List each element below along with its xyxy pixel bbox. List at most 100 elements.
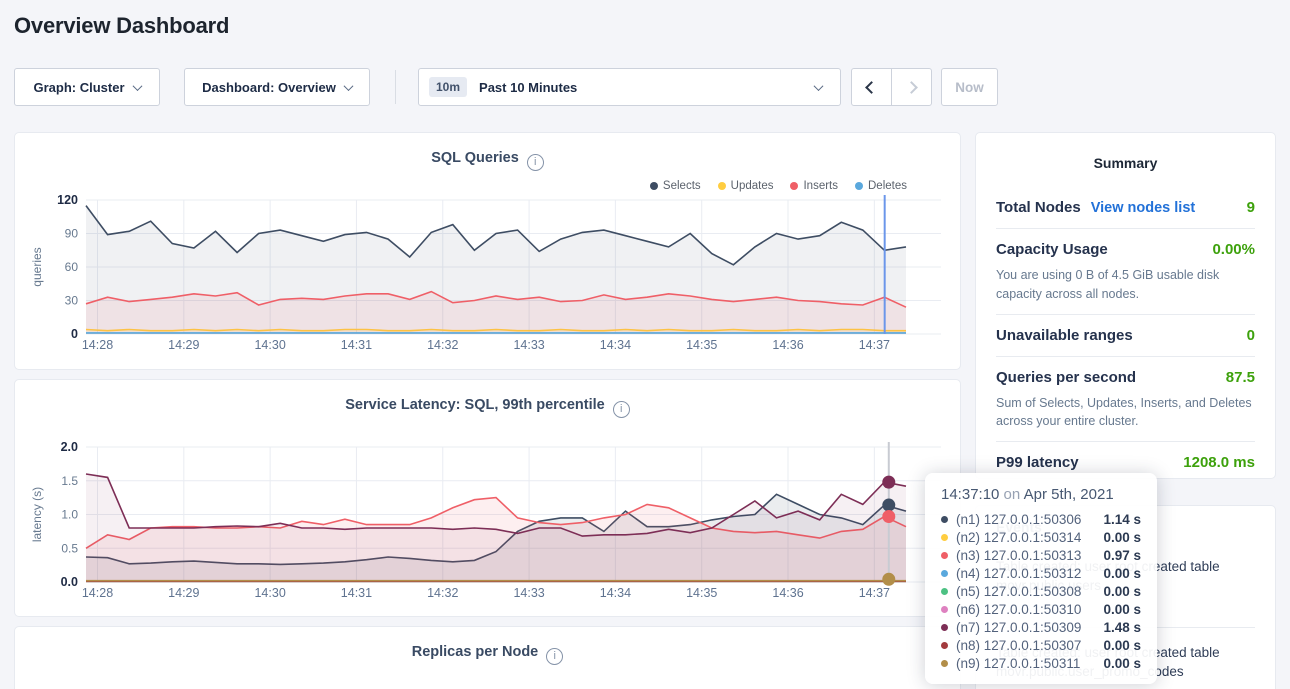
- replicas-title: Replicas per Nodei: [15, 644, 960, 665]
- node-address: (n9) 127.0.0.1:50311: [956, 656, 1103, 671]
- now-button[interactable]: Now: [941, 68, 998, 106]
- chevron-down-icon: [343, 81, 353, 91]
- graph-dropdown[interactable]: Graph: Cluster: [14, 68, 160, 106]
- hover-dot: [882, 476, 895, 489]
- y-tick-label: 60: [65, 260, 79, 274]
- legend-label: Selects: [663, 180, 701, 192]
- node-latency-value: 0.00 s: [1103, 566, 1141, 581]
- replicas-panel: Replicas per Nodei: [14, 626, 961, 689]
- chevron-left-icon: [865, 81, 878, 94]
- capacity-usage-value: 0.00%: [1212, 241, 1255, 258]
- y-tick-label: 0.5: [61, 541, 78, 555]
- node-color-dot: [941, 570, 948, 577]
- hover-dot: [882, 510, 895, 523]
- x-tick-label: 14:29: [168, 586, 199, 600]
- node-color-dot: [941, 552, 948, 559]
- y-tick-label: 30: [65, 294, 79, 308]
- x-tick-label: 14:28: [82, 586, 113, 600]
- x-tick-label: 14:29: [168, 338, 199, 352]
- node-latency-value: 0.00 s: [1103, 584, 1141, 599]
- x-tick-label: 14:36: [772, 586, 803, 600]
- queries-per-second-row: Queries per second 87.5: [996, 356, 1255, 398]
- x-tick-label: 14:34: [600, 338, 631, 352]
- tooltip-row: (n8) 127.0.0.1:503070.00 s: [941, 636, 1141, 654]
- total-nodes-label: Total Nodes: [996, 199, 1081, 216]
- time-step-buttons: [851, 68, 932, 106]
- node-address: (n1) 127.0.0.1:50306: [956, 512, 1103, 527]
- capacity-usage-description: You are using 0 B of 4.5 GiB usable disk…: [996, 266, 1255, 304]
- node-color-dot: [941, 588, 948, 595]
- tooltip-row: (n3) 127.0.0.1:503130.97 s: [941, 546, 1141, 564]
- p99-latency-value: 1208.0 ms: [1183, 454, 1255, 471]
- step-forward-button[interactable]: [891, 69, 931, 105]
- node-color-dot: [941, 534, 948, 541]
- y-tick-label: 0.0: [61, 575, 78, 589]
- y-axis-label: latency (s): [30, 487, 44, 542]
- x-tick-label: 14:31: [341, 338, 372, 352]
- sql-queries-title: SQL Queriesi: [15, 150, 960, 171]
- legend-item-selects[interactable]: Selects: [650, 180, 701, 192]
- tooltip-row: (n7) 127.0.0.1:503091.48 s: [941, 618, 1141, 636]
- y-tick-label: 1.5: [61, 474, 78, 488]
- view-nodes-list-link[interactable]: View nodes list: [1091, 200, 1196, 216]
- summary-title: Summary: [996, 155, 1255, 171]
- y-tick-label: 90: [65, 227, 79, 241]
- dashboard-dropdown[interactable]: Dashboard: Overview: [184, 68, 370, 106]
- node-latency-value: 0.00 s: [1103, 638, 1141, 653]
- time-range-dropdown[interactable]: 10m Past 10 Minutes: [418, 68, 841, 106]
- chevron-down-icon: [814, 81, 824, 91]
- node-latency-value: 0.00 s: [1103, 602, 1141, 617]
- step-back-button[interactable]: [852, 69, 891, 105]
- hover-dot: [882, 573, 895, 586]
- summary-panel: Summary Total Nodes View nodes list 9 Ca…: [975, 132, 1276, 479]
- x-tick-label: 14:28: [82, 338, 113, 352]
- queries-per-second-value: 87.5: [1226, 369, 1255, 386]
- x-tick-label: 14:30: [254, 338, 285, 352]
- queries-per-second-description: Sum of Selects, Updates, Inserts, and De…: [996, 394, 1255, 432]
- tooltip-timestamp: 14:37:10 on Apr 5th, 2021: [941, 486, 1141, 503]
- total-nodes-value: 9: [1247, 199, 1255, 216]
- node-color-dot: [941, 516, 948, 523]
- legend-dot: [718, 182, 726, 190]
- tooltip-row: (n2) 127.0.0.1:503140.00 s: [941, 528, 1141, 546]
- x-tick-label: 14:30: [254, 586, 285, 600]
- legend-label: Updates: [731, 180, 774, 192]
- node-address: (n3) 127.0.0.1:50313: [956, 548, 1103, 563]
- node-latency-value: 1.48 s: [1103, 620, 1141, 635]
- info-icon[interactable]: i: [527, 154, 544, 171]
- info-icon[interactable]: i: [546, 648, 563, 665]
- tooltip-row: (n6) 127.0.0.1:503100.00 s: [941, 600, 1141, 618]
- node-address: (n5) 127.0.0.1:50308: [956, 584, 1103, 599]
- chart-hover-tooltip: 14:37:10 on Apr 5th, 2021 (n1) 127.0.0.1…: [925, 473, 1157, 684]
- node-color-dot: [941, 660, 948, 667]
- time-range-label: Past 10 Minutes: [479, 80, 577, 95]
- capacity-usage-label: Capacity Usage: [996, 241, 1108, 258]
- legend-item-inserts[interactable]: Inserts: [790, 180, 838, 192]
- tooltip-row: (n5) 127.0.0.1:503080.00 s: [941, 582, 1141, 600]
- node-latency-value: 1.14 s: [1103, 512, 1141, 527]
- x-tick-label: 14:32: [427, 338, 458, 352]
- x-tick-label: 14:35: [686, 338, 717, 352]
- unavailable-ranges-label: Unavailable ranges: [996, 327, 1133, 344]
- node-address: (n2) 127.0.0.1:50314: [956, 530, 1103, 545]
- x-tick-label: 14:33: [513, 338, 544, 352]
- tooltip-rows: (n1) 127.0.0.1:503061.14 s(n2) 127.0.0.1…: [941, 510, 1141, 672]
- tooltip-row: (n9) 127.0.0.1:503110.00 s: [941, 654, 1141, 672]
- chevron-right-icon: [905, 81, 918, 94]
- y-tick-label: 2.0: [61, 440, 78, 454]
- legend-item-updates[interactable]: Updates: [718, 180, 774, 192]
- queries-per-second-label: Queries per second: [996, 369, 1136, 386]
- y-tick-label: 0: [71, 327, 78, 341]
- page-title: Overview Dashboard: [14, 13, 229, 39]
- x-tick-label: 14:33: [513, 586, 544, 600]
- tooltip-row: (n4) 127.0.0.1:503120.00 s: [941, 564, 1141, 582]
- info-icon[interactable]: i: [613, 401, 630, 418]
- node-color-dot: [941, 642, 948, 649]
- legend-label: Inserts: [803, 180, 838, 192]
- node-latency-value: 0.00 s: [1103, 530, 1141, 545]
- legend-item-deletes[interactable]: Deletes: [855, 180, 907, 192]
- dashboard-dropdown-label: Dashboard: Overview: [202, 80, 336, 95]
- x-tick-label: 14:36: [772, 338, 803, 352]
- time-range-badge: 10m: [429, 77, 467, 97]
- graph-dropdown-label: Graph: Cluster: [33, 80, 124, 95]
